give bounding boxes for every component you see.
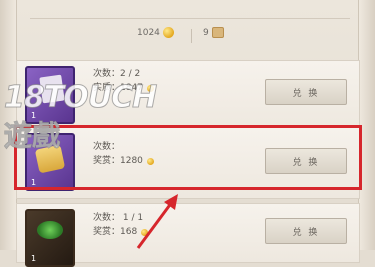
- coins-balance: 1024: [137, 27, 174, 38]
- highlight-box: [14, 125, 362, 190]
- item-price-label: 奖赏：168: [93, 227, 138, 237]
- exchange-item-row: 1 次数： 1 / 1 奖赏：168 兑 换: [16, 203, 360, 267]
- item-price-label: 实质：1847: [93, 83, 143, 93]
- item-thumbnail: 1: [25, 66, 75, 124]
- item-count: 次数： 1 / 1: [93, 213, 144, 223]
- tickets-balance: 9: [203, 27, 224, 38]
- card-icon: [39, 74, 65, 104]
- coin-icon: [162, 27, 174, 38]
- panel-header-divider: [30, 6, 350, 19]
- item-quantity-badge: 1: [31, 254, 37, 263]
- item-price: 奖赏：168: [93, 225, 149, 239]
- item-count: 次数：2 / 2: [93, 69, 141, 79]
- tickets-value: 9: [203, 27, 209, 38]
- currency-bar: 1024 9: [0, 27, 375, 47]
- currency-separator: [191, 29, 192, 43]
- coin-icon: [141, 228, 149, 236]
- exchange-button[interactable]: 兑 换: [265, 79, 347, 105]
- ticket-icon: [211, 27, 224, 38]
- coins-value: 1024: [137, 27, 160, 38]
- exchange-item-row: 1 次数：2 / 2 实质：1847 兑 换: [16, 60, 360, 132]
- item-info: 次数： 1 / 1 奖赏：168: [93, 211, 149, 239]
- item-quantity-badge: 1: [31, 111, 37, 120]
- coin-icon: [146, 84, 154, 92]
- exchange-button[interactable]: 兑 换: [265, 218, 347, 244]
- item-thumbnail: 1: [25, 209, 75, 267]
- herb-icon: [37, 221, 63, 239]
- item-info: 次数：2 / 2 实质：1847: [93, 67, 154, 95]
- item-price: 实质：1847: [93, 81, 154, 95]
